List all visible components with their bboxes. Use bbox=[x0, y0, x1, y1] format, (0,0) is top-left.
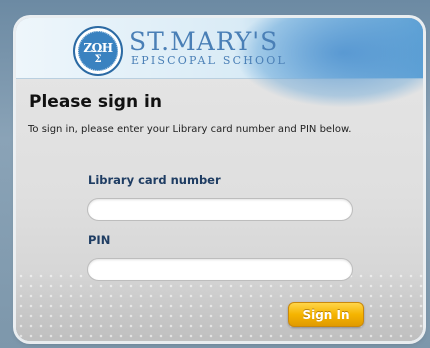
school-banner: ZΩH Σ ST.MARY'S EPISCOPAL SCHOOL bbox=[16, 18, 423, 108]
pin-label: PIN bbox=[88, 233, 111, 247]
school-name: ST.MARY'S bbox=[129, 27, 279, 56]
school-seal-icon: ZΩH Σ bbox=[73, 26, 123, 76]
library-card-label: Library card number bbox=[88, 173, 221, 187]
sign-in-button[interactable]: Sign In bbox=[288, 302, 364, 327]
seal-letter-bottom: Σ bbox=[94, 54, 102, 65]
sign-in-instructions: To sign in, please enter your Library ca… bbox=[28, 124, 352, 135]
library-card-number-input[interactable] bbox=[87, 198, 353, 221]
seal-letters: ZΩH bbox=[83, 41, 113, 55]
sign-in-dialog: ZΩH Σ ST.MARY'S EPISCOPAL SCHOOL Please … bbox=[16, 18, 423, 341]
page-title: Please sign in bbox=[29, 92, 162, 112]
school-subtitle: EPISCOPAL SCHOOL bbox=[131, 54, 287, 67]
pin-input[interactable] bbox=[87, 258, 353, 281]
